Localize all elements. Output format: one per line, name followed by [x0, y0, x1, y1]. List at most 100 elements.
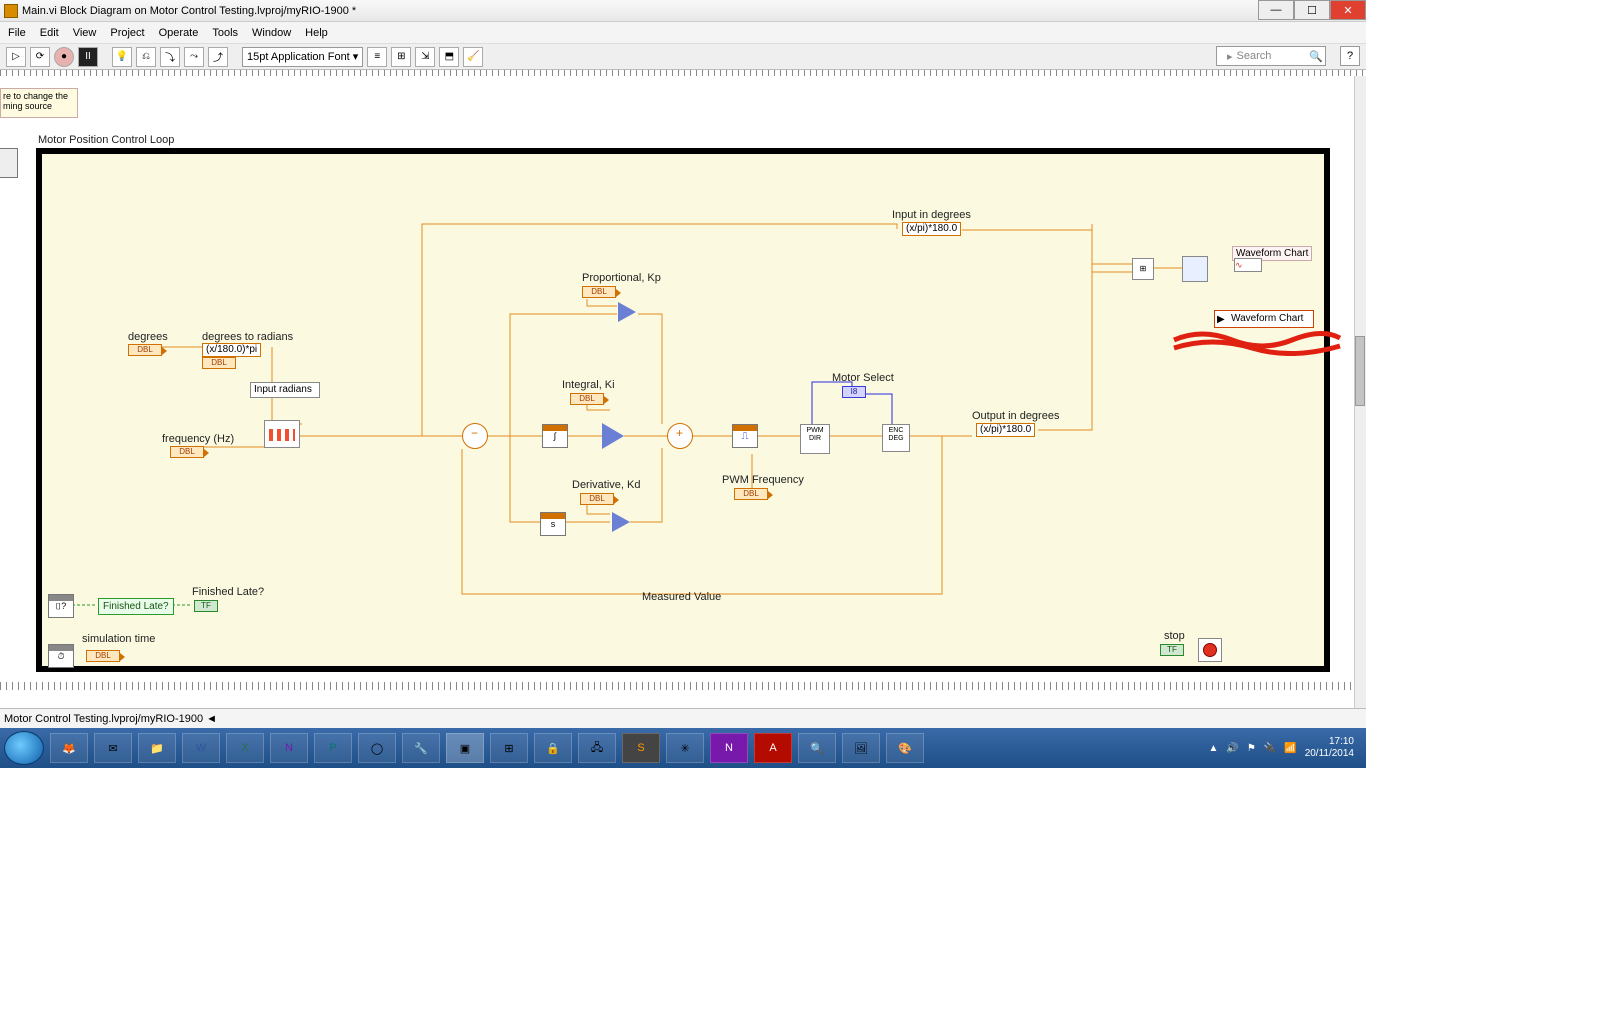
- pwm-freq-control[interactable]: DBL: [734, 488, 768, 500]
- frequency-control[interactable]: DBL: [170, 446, 204, 458]
- taskbar-lock-icon[interactable]: 🔒: [534, 733, 572, 763]
- waveform-generator[interactable]: [264, 420, 300, 448]
- taskbar-app2-icon[interactable]: 🔧: [402, 733, 440, 763]
- taskbar-firefox-icon[interactable]: 🦊: [50, 733, 88, 763]
- taskbar-explorer-icon[interactable]: 📁: [138, 733, 176, 763]
- vertical-scrollbar[interactable]: [1354, 76, 1366, 708]
- deg2rad-expression[interactable]: (x/180.0)*pi: [202, 343, 261, 357]
- taskbar-photos-icon[interactable]: 🖼: [842, 733, 880, 763]
- derivative-node[interactable]: s: [540, 512, 566, 536]
- abort-button[interactable]: ●: [54, 47, 74, 67]
- taskbar-excel-icon[interactable]: X: [226, 733, 264, 763]
- maximize-button[interactable]: ☐: [1294, 0, 1330, 20]
- timed-loop-data-node[interactable]: ⌷?: [48, 594, 74, 618]
- kd-control[interactable]: DBL: [580, 493, 614, 505]
- cleanup-button[interactable]: 🧹: [463, 47, 483, 67]
- highlight-exec-button[interactable]: 💡: [112, 47, 132, 67]
- step-out-button[interactable]: ⤴: [208, 47, 228, 67]
- tray-volume-icon[interactable]: 🔊: [1226, 743, 1238, 754]
- taskbar-app-icon[interactable]: ◯: [358, 733, 396, 763]
- sim-time-node[interactable]: ⏱: [48, 644, 74, 668]
- timed-loop-config-left[interactable]: [0, 148, 18, 178]
- reorder-button[interactable]: ⬒: [439, 47, 459, 67]
- tray-flag-icon[interactable]: ⚑: [1247, 743, 1256, 754]
- menu-operate[interactable]: Operate: [159, 27, 199, 39]
- sim-time-indicator[interactable]: DBL: [86, 650, 120, 662]
- timed-loop[interactable]: degrees DBL degrees to radians DBL (x/18…: [36, 148, 1330, 672]
- menu-tools[interactable]: Tools: [212, 27, 238, 39]
- menu-window[interactable]: Window: [252, 27, 291, 39]
- menu-view[interactable]: View: [73, 27, 97, 39]
- block-diagram-canvas[interactable]: re to change the ming source Motor Posit…: [0, 76, 1354, 708]
- tray-wifi-icon[interactable]: 📶: [1284, 743, 1296, 754]
- close-button[interactable]: ✕: [1330, 0, 1366, 20]
- input-degrees-label: Input in degrees: [892, 209, 971, 221]
- stop-control[interactable]: TF: [1160, 644, 1184, 656]
- run-continuous-button[interactable]: ⟳: [30, 47, 50, 67]
- vertical-scroll-thumb[interactable]: [1355, 336, 1365, 406]
- taskbar-adobe-icon[interactable]: A: [754, 733, 792, 763]
- pause-button[interactable]: II: [78, 47, 98, 67]
- menu-help[interactable]: Help: [305, 27, 328, 39]
- input-degrees-expression[interactable]: (x/pi)*180.0: [902, 222, 961, 236]
- integrator-node[interactable]: ∫: [542, 424, 568, 448]
- menu-edit[interactable]: Edit: [40, 27, 59, 39]
- kp-gain[interactable]: [618, 302, 636, 322]
- finished-late-tf: TF: [194, 600, 218, 612]
- tray-clock[interactable]: 17:1020/11/2014: [1305, 736, 1354, 760]
- retain-values-button[interactable]: ⎌: [136, 47, 156, 67]
- align-button[interactable]: ≡: [367, 47, 387, 67]
- menu-project[interactable]: Project: [110, 27, 144, 39]
- taskbar-outlook-icon[interactable]: ✉: [94, 733, 132, 763]
- bundle-node[interactable]: ⊞: [1132, 258, 1154, 280]
- kd-gain[interactable]: [612, 512, 630, 532]
- taskbar-app3-icon[interactable]: ⊞: [490, 733, 528, 763]
- step-over-button[interactable]: ⤳: [184, 47, 204, 67]
- loop-stop-terminal[interactable]: [1198, 638, 1222, 662]
- taskbar-sublime-icon[interactable]: S: [622, 733, 660, 763]
- context-help-button[interactable]: ?: [1340, 46, 1360, 66]
- taskbar-onenote-icon[interactable]: N: [270, 733, 308, 763]
- font-selector[interactable]: 15pt Application Font ▾: [242, 47, 363, 67]
- finished-late-indicator[interactable]: Finished Late?: [98, 598, 174, 615]
- waveform-chart-property-node[interactable]: ▶ Waveform Chart: [1214, 310, 1314, 328]
- step-into-button[interactable]: ⤵: [160, 47, 180, 67]
- taskbar-onenote2-icon[interactable]: N: [710, 733, 748, 763]
- taskbar-app4-icon[interactable]: ✳: [666, 733, 704, 763]
- taskbar-labview-icon[interactable]: ▣: [446, 733, 484, 763]
- saturation-node[interactable]: ⎍: [732, 424, 758, 448]
- taskbar-publisher-icon[interactable]: P: [314, 733, 352, 763]
- taskbar-magnifier-icon[interactable]: 🔍: [798, 733, 836, 763]
- search-input[interactable]: ▸ Search🔍: [1216, 46, 1326, 66]
- run-button[interactable]: ▷: [6, 47, 26, 67]
- taskbar-paint-icon[interactable]: 🎨: [886, 733, 924, 763]
- taskbar-word-icon[interactable]: W: [182, 733, 220, 763]
- pid-sum-node[interactable]: [667, 423, 693, 449]
- menu-bar: File Edit View Project Operate Tools Win…: [0, 22, 1366, 44]
- ki-gain[interactable]: [602, 423, 624, 449]
- error-sum-node[interactable]: [462, 423, 488, 449]
- encoder-deg-vi[interactable]: ENC DEG: [882, 424, 910, 452]
- kp-label: Proportional, Kp: [582, 272, 661, 284]
- start-button[interactable]: [4, 731, 44, 765]
- minimize-button[interactable]: —: [1258, 0, 1294, 20]
- pwm-dir-vi[interactable]: PWM DIR: [800, 424, 830, 454]
- resize-button[interactable]: ⇲: [415, 47, 435, 67]
- degrees-control[interactable]: DBL: [128, 344, 162, 356]
- status-arrow: ◄: [206, 713, 217, 725]
- distribute-button[interactable]: ⊞: [391, 47, 411, 67]
- tray-up-icon[interactable]: ▲: [1208, 743, 1218, 754]
- measured-value-label: Measured Value: [642, 591, 721, 603]
- taskbar-network-icon[interactable]: 🖧: [578, 733, 616, 763]
- output-degrees-label: Output in degrees: [972, 410, 1059, 422]
- waveform-chart-glyph: ∿: [1234, 258, 1262, 272]
- menu-file[interactable]: File: [8, 27, 26, 39]
- motor-select-control[interactable]: I8: [842, 386, 866, 398]
- waveform-chart-terminal[interactable]: [1182, 256, 1208, 282]
- ki-control[interactable]: DBL: [570, 393, 604, 405]
- system-tray[interactable]: ▲ 🔊 ⚑ 🔌 📶 17:1020/11/2014: [1208, 736, 1362, 760]
- output-degrees-expression[interactable]: (x/pi)*180.0: [976, 423, 1035, 437]
- degrees-label: degrees: [128, 331, 168, 343]
- kp-control[interactable]: DBL: [582, 286, 616, 298]
- tray-power-icon[interactable]: 🔌: [1264, 743, 1276, 754]
